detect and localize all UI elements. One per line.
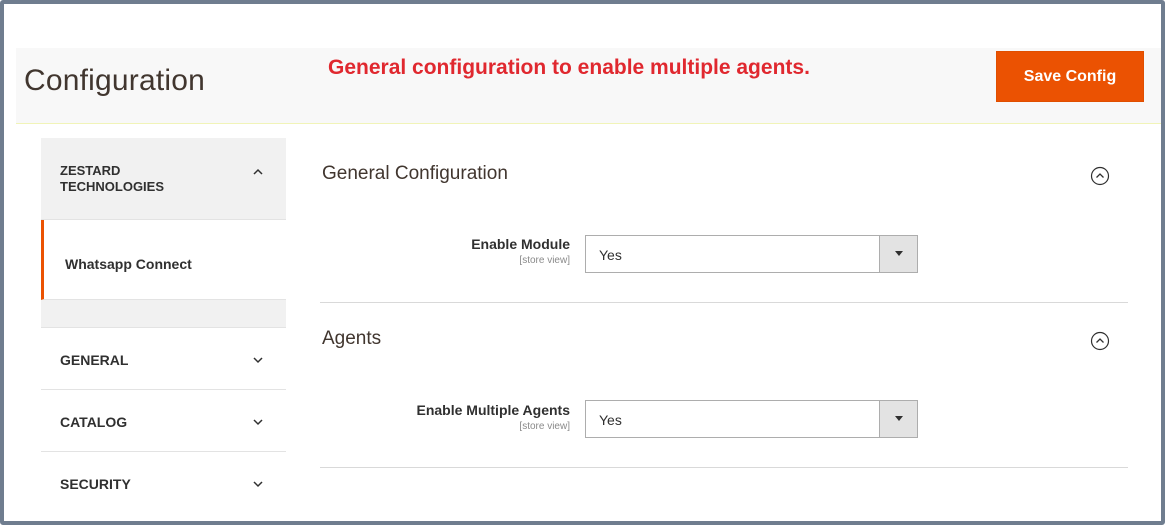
enable-module-select[interactable]: Yes: [585, 235, 918, 273]
page-header: Configuration General configuration to e…: [16, 48, 1161, 124]
sidebar-group-footer: [41, 300, 286, 328]
enable-module-value: Yes: [599, 247, 622, 263]
enable-multiple-agents-select[interactable]: Yes: [585, 400, 918, 438]
dropdown-arrow-icon: [879, 401, 917, 437]
sidebar-section-catalog[interactable]: CATALOG: [41, 390, 286, 452]
chevron-down-icon: [252, 354, 264, 366]
enable-multiple-agents-scope: [store view]: [519, 421, 570, 432]
section-title-agents[interactable]: Agents: [322, 328, 381, 350]
section-title-general-configuration[interactable]: General Configuration: [322, 163, 508, 185]
sidebar-section-label: CATALOG: [60, 414, 128, 430]
sidebar-item-label: Whatsapp Connect: [65, 256, 192, 272]
sidebar-item-whatsapp-connect[interactable]: Whatsapp Connect: [41, 220, 286, 300]
chevron-down-icon: [252, 478, 264, 490]
dropdown-arrow-icon: [879, 236, 917, 272]
sidebar-group-zestard[interactable]: ZESTARD TECHNOLOGIES: [41, 138, 286, 220]
section-divider: [320, 467, 1128, 468]
collapse-circle-icon[interactable]: [1090, 166, 1110, 186]
chevron-down-icon: [252, 416, 264, 428]
page-title: Configuration: [24, 64, 206, 97]
enable-module-scope: [store view]: [519, 255, 570, 266]
sidebar-group-title: ZESTARD TECHNOLOGIES: [60, 163, 165, 194]
enable-multiple-agents-label: Enable Multiple Agents: [416, 402, 571, 418]
save-config-button[interactable]: Save Config: [996, 51, 1144, 102]
annotation-text: General configuration to enable multiple…: [328, 56, 810, 79]
collapse-circle-icon[interactable]: [1090, 331, 1110, 351]
sidebar-section-label: SECURITY: [60, 476, 131, 490]
section-divider: [320, 302, 1128, 303]
enable-module-label: Enable Module: [471, 236, 570, 252]
enable-multiple-agents-value: Yes: [599, 412, 622, 428]
config-sidebar: ZESTARD TECHNOLOGIES Whatsapp Connect GE…: [41, 138, 286, 490]
sidebar-section-label: GENERAL: [60, 352, 129, 368]
chevron-up-icon: [252, 166, 264, 178]
sidebar-section-security[interactable]: SECURITY: [41, 452, 286, 490]
sidebar-section-general[interactable]: GENERAL: [41, 328, 286, 390]
